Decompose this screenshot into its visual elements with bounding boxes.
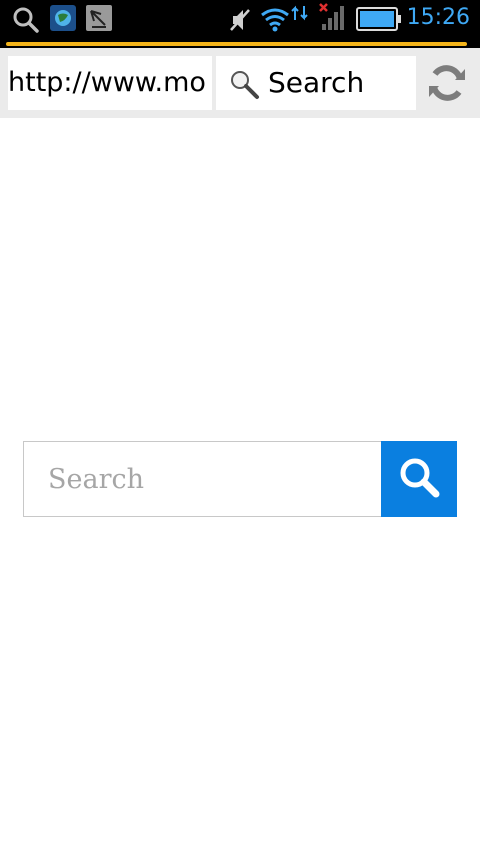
wifi-icon	[260, 6, 290, 36]
data-arrows-icon	[290, 4, 310, 26]
status-clock: 15:26	[406, 5, 470, 30]
main-search-button[interactable]	[381, 441, 457, 517]
mute-icon	[228, 6, 252, 38]
main-search-bar	[23, 441, 457, 517]
url-field[interactable]: http://www.mo	[8, 56, 212, 110]
refresh-button[interactable]	[424, 60, 470, 106]
refresh-icon	[424, 65, 470, 110]
status-bar: 15:26	[0, 0, 480, 38]
satellite-app-icon	[86, 5, 112, 35]
browser-toolbar: http://www.mo Search	[0, 48, 480, 118]
signal-no-service-icon	[318, 2, 348, 36]
magnifier-icon	[228, 68, 260, 104]
globe-app-icon	[50, 5, 76, 35]
main-search-input[interactable]	[23, 441, 381, 517]
page-load-progress-fill	[6, 42, 467, 46]
page-load-progress	[0, 38, 480, 48]
battery-icon	[356, 6, 402, 36]
search-icon	[396, 454, 442, 504]
search-icon	[12, 6, 40, 38]
toolbar-search-label: Search	[268, 66, 365, 99]
toolbar-search-field[interactable]: Search	[216, 56, 416, 110]
